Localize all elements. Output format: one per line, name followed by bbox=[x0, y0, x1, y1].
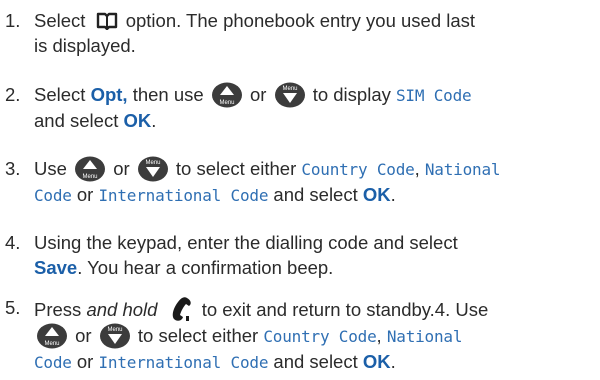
country-code-display-text: Country Code bbox=[263, 327, 377, 346]
down-menu-button-icon: Menu bbox=[137, 156, 169, 182]
step-3: 3. Use Menu or Menu to select either Cou… bbox=[0, 156, 596, 208]
down-menu-button-icon: Menu bbox=[274, 82, 306, 108]
international-code-display-text: International Code bbox=[98, 186, 269, 205]
step-number: 4. bbox=[5, 232, 21, 253]
phonebook-icon bbox=[96, 12, 118, 30]
ok-softkey-label: OK bbox=[362, 184, 391, 205]
svg-text:Menu: Menu bbox=[83, 174, 98, 180]
step-4: 4. Using the keypad, enter the dialling … bbox=[0, 230, 596, 280]
svg-text:Menu: Menu bbox=[219, 100, 234, 106]
sim-code-display-text: SIM Code bbox=[396, 86, 472, 105]
step-number: 5. bbox=[5, 297, 21, 318]
up-menu-button-icon: Menu bbox=[74, 156, 106, 182]
svg-text:Menu: Menu bbox=[282, 86, 297, 92]
national-code-display-text: Code bbox=[34, 186, 72, 205]
national-display-text: National bbox=[386, 327, 463, 346]
step-number: 3. bbox=[5, 158, 21, 179]
svg-text:Menu: Menu bbox=[44, 341, 59, 347]
national-code-display-text: Code bbox=[34, 353, 72, 372]
step-4-text: Using the keypad, enter the dialling cod… bbox=[34, 232, 458, 278]
step-5-text: Press and hold to exit and return to sta… bbox=[34, 295, 596, 375]
up-menu-button-icon: Menu bbox=[36, 323, 68, 349]
svg-text:Menu: Menu bbox=[145, 160, 160, 166]
step-1: 1. Select option. The phonebook entry yo… bbox=[0, 8, 596, 58]
step-number: 1. bbox=[5, 10, 21, 31]
step-5: 5. Press and hold to exit and return to … bbox=[0, 295, 596, 375]
down-menu-button-icon: Menu bbox=[99, 323, 131, 349]
svg-text:Menu: Menu bbox=[107, 327, 122, 333]
opt-softkey-label: Opt, bbox=[90, 84, 128, 105]
end-call-icon bbox=[167, 295, 193, 323]
country-code-display-text: Country Code bbox=[301, 160, 415, 179]
step-2: 2. Select Opt, then use Menu or Menu to … bbox=[0, 82, 596, 133]
step-2-text: Select Opt, then use Menu or Menu to dis… bbox=[34, 82, 472, 131]
save-softkey-label: Save bbox=[34, 257, 78, 278]
up-menu-button-icon: Menu bbox=[211, 82, 243, 108]
ok-softkey-label: OK bbox=[123, 110, 152, 131]
step-1-text: Select option. The phonebook entry you u… bbox=[34, 10, 476, 56]
instruction-page: 1. Select option. The phonebook entry yo… bbox=[0, 0, 600, 380]
national-display-text: National bbox=[424, 160, 501, 179]
step-3-text: Use Menu or Menu to select either Countr… bbox=[34, 156, 501, 205]
international-code-display-text: International Code bbox=[98, 353, 269, 372]
ok-softkey-label: OK bbox=[362, 351, 391, 372]
step-number: 2. bbox=[5, 84, 21, 105]
